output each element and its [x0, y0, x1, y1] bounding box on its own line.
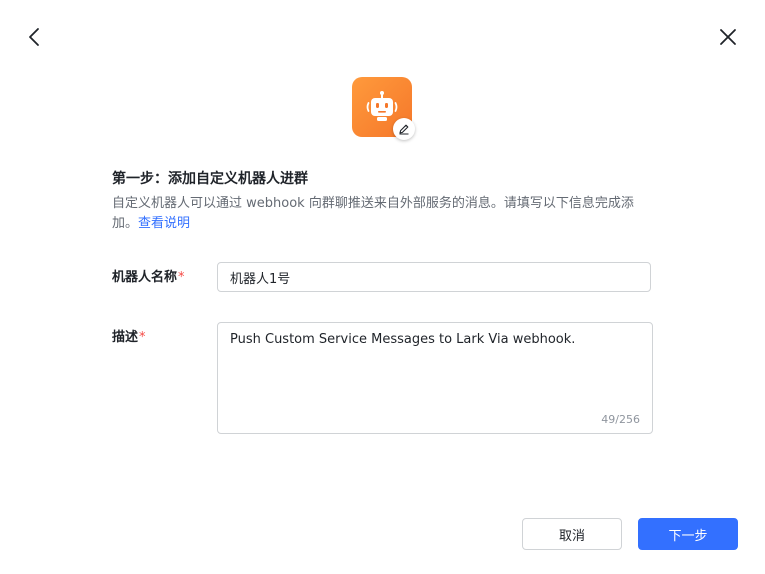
step-title: 第一步：添加自定义机器人进群 — [112, 171, 308, 187]
description-label-text: 描述 — [112, 330, 139, 345]
required-mark: * — [178, 270, 185, 285]
description-label: 描述* — [112, 328, 146, 348]
required-mark: * — [139, 330, 146, 345]
description-textarea[interactable]: Push Custom Service Messages to Lark Via… — [218, 323, 652, 413]
chevron-left-icon[interactable] — [24, 26, 46, 48]
bot-name-input[interactable] — [217, 262, 651, 292]
add-bot-dialog: 第一步：添加自定义机器人进群 自定义机器人可以通过 webhook 向群聊推送来… — [0, 0, 765, 574]
bot-avatar[interactable] — [352, 77, 415, 140]
character-counter: 49/256 — [601, 413, 640, 426]
bot-name-label-text: 机器人名称 — [112, 270, 178, 285]
close-icon[interactable] — [717, 26, 739, 48]
step-description: 自定义机器人可以通过 webhook 向群聊推送来自外部服务的消息。请填写以下信… — [112, 194, 652, 234]
pencil-icon[interactable] — [393, 118, 415, 140]
next-step-button[interactable]: 下一步 — [638, 518, 738, 550]
cancel-button[interactable]: 取消 — [522, 518, 622, 550]
step-description-text: 自定义机器人可以通过 webhook 向群聊推送来自外部服务的消息。请填写以下信… — [112, 196, 634, 231]
bot-name-label: 机器人名称* — [112, 268, 185, 288]
description-field[interactable]: Push Custom Service Messages to Lark Via… — [217, 322, 653, 434]
help-link[interactable]: 查看说明 — [138, 216, 190, 231]
